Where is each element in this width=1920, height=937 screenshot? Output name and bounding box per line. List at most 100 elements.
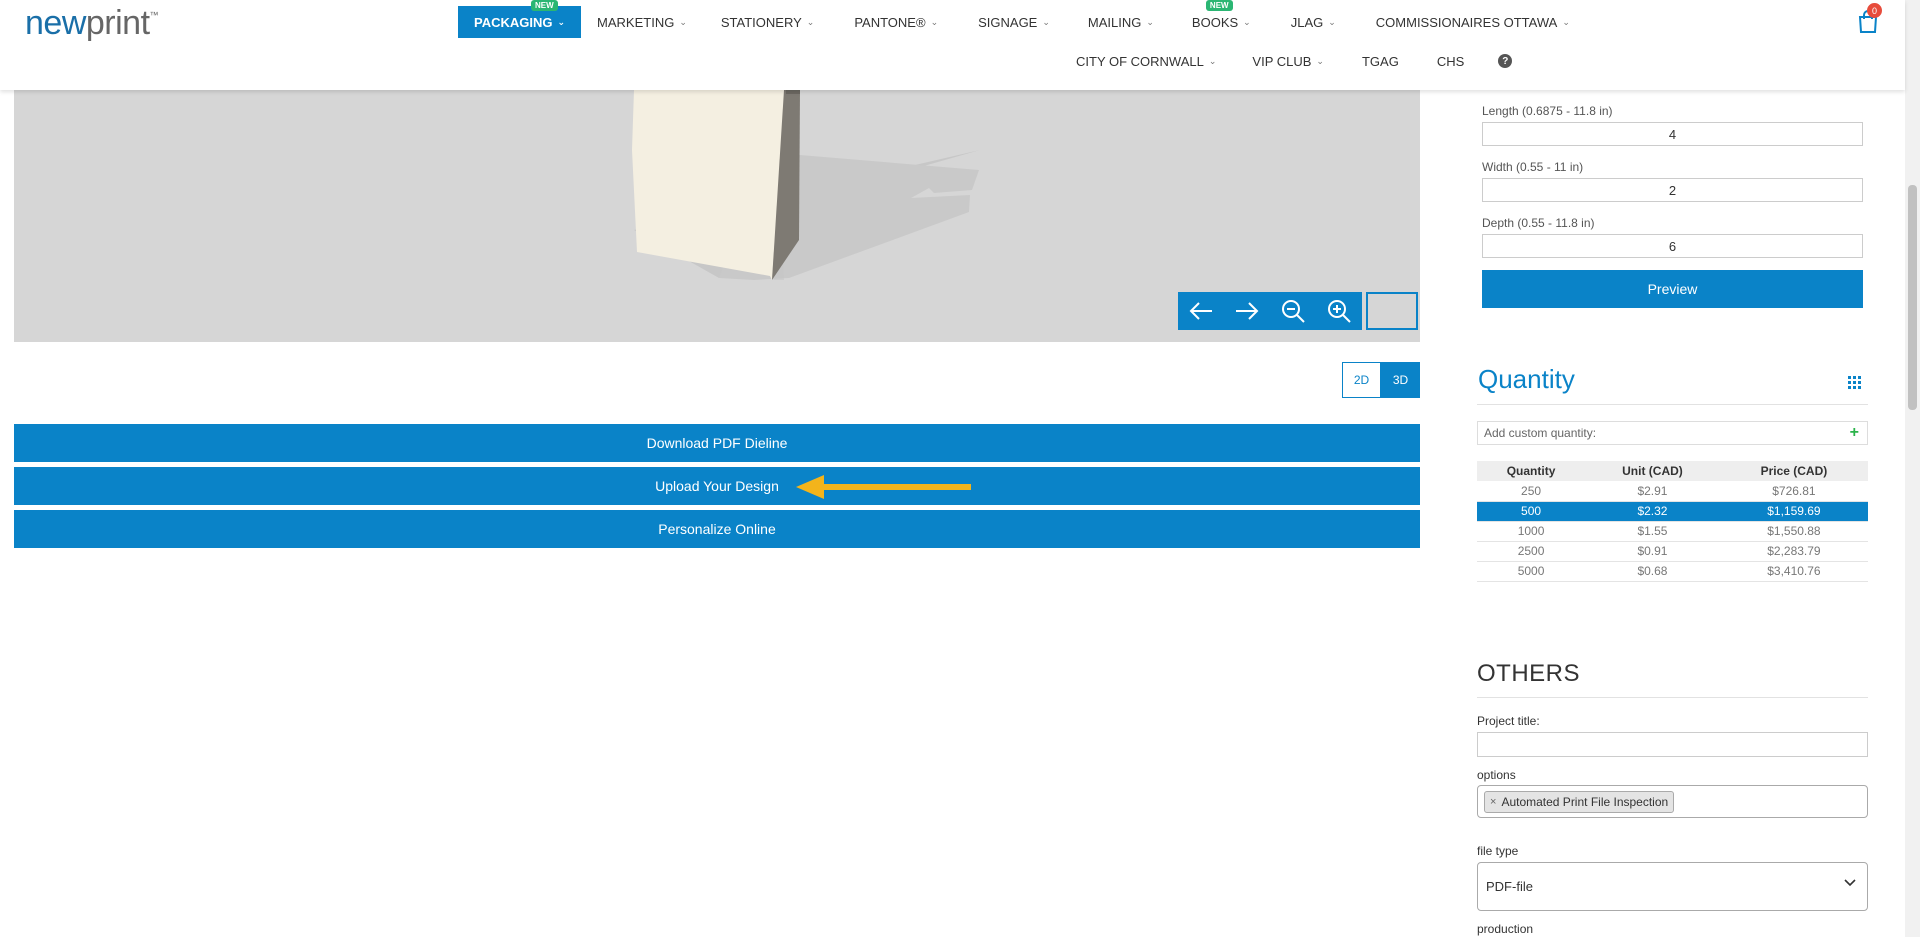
divider: [1477, 697, 1868, 698]
nav-item-chs[interactable]: CHS: [1415, 45, 1480, 77]
secondary-nav: CITY OF CORNWALL ⌄ VIP CLUB ⌄ TGAG CHS ?: [1060, 45, 1528, 77]
nav-item-signage[interactable]: SIGNAGE ⌄: [954, 6, 1066, 38]
column-header-unit: Unit (CAD): [1585, 461, 1720, 481]
column-header-price: Price (CAD): [1719, 461, 1868, 481]
upload-design-button[interactable]: Upload Your Design: [14, 467, 1420, 505]
3d-box-viewer[interactable]: [14, 90, 1420, 342]
plus-icon[interactable]: +: [1850, 424, 1859, 442]
chevron-down-icon: ⌄: [1562, 16, 1570, 27]
view-mode-toggle: 2D 3D: [1342, 362, 1420, 398]
new-badge: NEW: [1205, 0, 1233, 11]
depth-input[interactable]: 6: [1482, 234, 1863, 258]
logo-text-new: new: [25, 4, 86, 42]
total-price-cell: $3,410.76: [1719, 561, 1868, 582]
nav-label: BOOKS: [1191, 14, 1239, 30]
zoom-out-button[interactable]: [1270, 292, 1316, 330]
options-label: options: [1477, 768, 1516, 782]
chevron-down-icon: ⌄: [1328, 16, 1336, 27]
file-type-select[interactable]: PDF-file: [1477, 862, 1868, 911]
table-row[interactable]: 2500 $0.91 $2,283.79: [1477, 541, 1868, 562]
toggle-3d[interactable]: 3D: [1381, 362, 1420, 398]
viewer-controls: [1178, 292, 1418, 330]
nav-label: CHS: [1436, 53, 1465, 69]
zoom-in-button[interactable]: [1316, 292, 1362, 330]
length-input[interactable]: 4: [1482, 122, 1863, 146]
zoom-out-icon: [1282, 300, 1305, 323]
table-row[interactable]: 1000 $1.55 $1,550.88: [1477, 521, 1868, 542]
nav-label: JLAG: [1290, 14, 1324, 30]
chevron-down-icon: ⌄: [1243, 16, 1251, 27]
nav-label: COMMISSIONAIRES OTTAWA: [1375, 14, 1558, 30]
width-label: Width (0.55 - 11 in): [1482, 160, 1584, 174]
fullscreen-toggle[interactable]: [1366, 292, 1418, 330]
quantity-cell: 2500: [1477, 541, 1586, 562]
arrow-right-icon: [1236, 302, 1259, 320]
arrow-left-icon: [1189, 302, 1212, 320]
table-row[interactable]: 5000 $0.68 $3,410.76: [1477, 561, 1868, 582]
page-scrollbar[interactable]: [1905, 0, 1920, 937]
nav-item-city-of-cornwall[interactable]: CITY OF CORNWALL ⌄: [1060, 45, 1232, 77]
options-multiselect[interactable]: × Automated Print File Inspection: [1477, 785, 1868, 818]
quantity-cell: 1000: [1477, 521, 1586, 542]
nav-label: TGAG: [1361, 53, 1399, 69]
unit-price-cell: $0.91: [1585, 541, 1720, 562]
chevron-down-icon: ⌄: [806, 16, 815, 27]
zoom-in-icon: [1328, 300, 1351, 323]
logo-trademark: ™: [149, 10, 159, 20]
file-type-label: file type: [1477, 844, 1519, 858]
new-badge: NEW: [531, 0, 558, 11]
nav-label: PANTONE®: [854, 14, 926, 30]
unit-price-cell: $1.55: [1585, 521, 1720, 542]
nav-label: CITY OF CORNWALL: [1076, 53, 1204, 69]
nav-item-books[interactable]: NEW BOOKS ⌄: [1170, 0, 1267, 38]
nav-item-marketing[interactable]: MARKETING ⌄: [581, 6, 703, 38]
unit-price-cell: $0.68: [1585, 561, 1720, 582]
cart-count-badge: 0: [1867, 3, 1882, 18]
rotate-left-button[interactable]: [1178, 292, 1224, 330]
rotate-right-button[interactable]: [1224, 292, 1270, 330]
production-label: production: [1477, 922, 1534, 936]
table-row[interactable]: 250 $2.91 $726.81: [1477, 481, 1868, 502]
nav-item-mailing[interactable]: MAILING ⌄: [1066, 6, 1170, 38]
scrollbar-thumb[interactable]: [1908, 185, 1917, 410]
personalize-online-button[interactable]: Personalize Online: [14, 510, 1420, 548]
option-tag: × Automated Print File Inspection: [1484, 791, 1675, 813]
help-button[interactable]: ?: [1480, 45, 1528, 77]
quantity-cell: 250: [1477, 481, 1586, 502]
total-price-cell: $726.81: [1719, 481, 1868, 502]
table-header-row: Quantity Unit (CAD) Price (CAD): [1477, 461, 1868, 481]
nav-item-stationery[interactable]: STATIONERY ⌄: [703, 6, 830, 38]
newprint-logo[interactable]: newprint™: [25, 4, 158, 43]
option-tag-label: Automated Print File Inspection: [1501, 795, 1669, 809]
table-row-selected[interactable]: 500 $2.32 $1,159.69: [1477, 501, 1868, 522]
width-input[interactable]: 2: [1482, 178, 1863, 202]
preview-button[interactable]: Preview: [1482, 270, 1863, 308]
grid-icon[interactable]: [1848, 376, 1861, 389]
file-type-value: PDF-file: [1486, 879, 1533, 894]
project-title-input[interactable]: [1477, 732, 1868, 757]
nav-item-packaging[interactable]: NEW PACKAGING ⌄: [458, 0, 582, 38]
custom-quantity-placeholder: Add custom quantity:: [1484, 426, 1597, 440]
nav-item-tgag[interactable]: TGAG: [1340, 45, 1415, 77]
total-price-cell: $1,159.69: [1719, 501, 1868, 522]
unit-price-cell: $2.32: [1585, 501, 1720, 522]
download-pdf-dieline-button[interactable]: Download PDF Dieline: [14, 424, 1420, 462]
nav-label: STATIONERY: [720, 14, 802, 30]
quantity-cell: 5000: [1477, 561, 1586, 582]
chevron-down-icon: ⌄: [930, 16, 939, 27]
annotation-arrow-icon: [796, 475, 971, 499]
chevron-down-icon: ⌄: [1208, 55, 1217, 66]
nav-label: VIP CLUB: [1252, 53, 1312, 69]
nav-item-vip-club[interactable]: VIP CLUB ⌄: [1232, 45, 1340, 77]
nav-item-pantone[interactable]: PANTONE® ⌄: [830, 6, 954, 38]
remove-tag-icon[interactable]: ×: [1490, 796, 1496, 808]
nav-item-jlag[interactable]: JLAG ⌄: [1267, 6, 1352, 38]
nav-label: PACKAGING: [474, 14, 553, 30]
nav-label: SIGNAGE: [978, 14, 1038, 30]
custom-quantity-input[interactable]: Add custom quantity: +: [1477, 421, 1868, 445]
column-header-quantity: Quantity: [1477, 461, 1586, 481]
project-title-label: Project title:: [1477, 714, 1540, 728]
chevron-down-icon: ⌄: [1146, 16, 1154, 27]
nav-item-commissionaires-ottawa[interactable]: COMMISSIONAIRES OTTAWA ⌄: [1352, 6, 1586, 38]
toggle-2d[interactable]: 2D: [1342, 362, 1381, 398]
